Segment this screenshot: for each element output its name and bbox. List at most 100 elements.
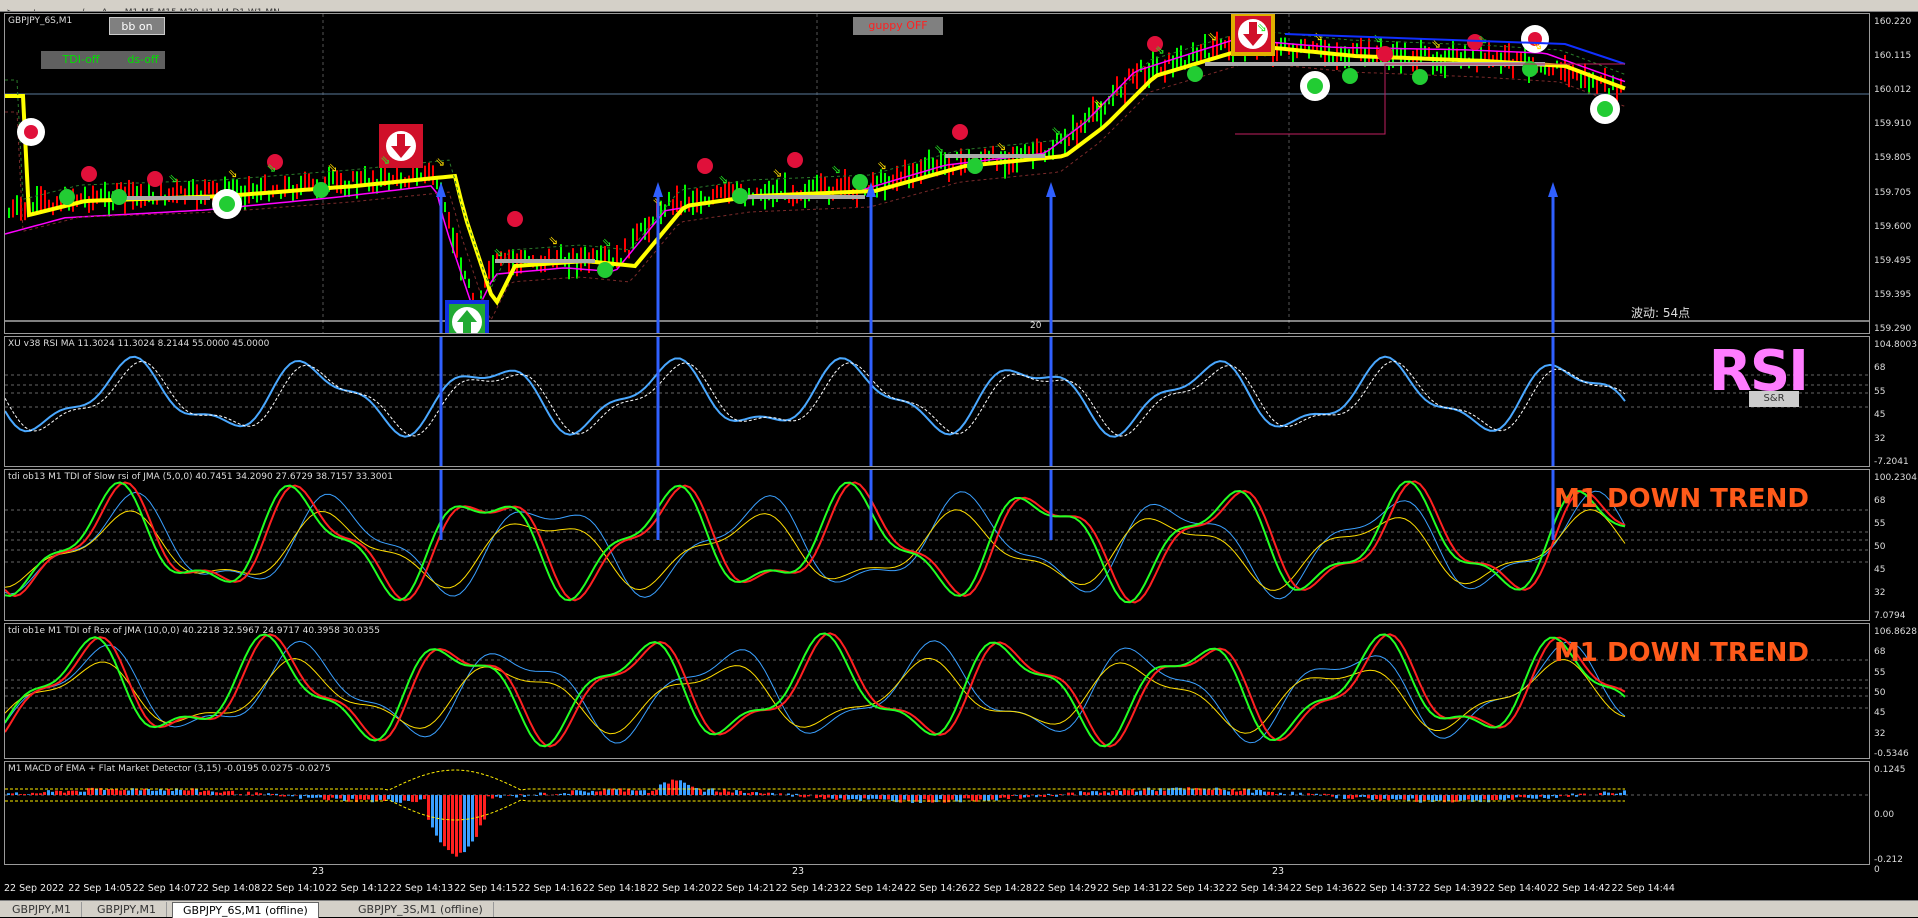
macd-bar	[1003, 795, 1006, 797]
macd-bar	[1243, 789, 1246, 795]
macd-bar	[207, 791, 210, 795]
macd-bar	[1475, 795, 1478, 801]
macd-bar	[115, 789, 118, 795]
macd-bar	[951, 795, 954, 800]
macd-bar	[255, 792, 258, 795]
text-tool-icon[interactable]: A	[102, 8, 108, 12]
macd-bar	[335, 795, 338, 799]
sell-dot	[952, 124, 968, 140]
chart-tab[interactable]: GBPJPY,M1	[2, 902, 82, 917]
macd-bar	[579, 791, 582, 795]
axis-label: 104.8003	[1874, 340, 1917, 350]
macd-bar	[1619, 793, 1622, 795]
buy-dot	[732, 188, 748, 204]
chevron-icon: ⇘	[1478, 32, 1488, 46]
macd-bar	[835, 795, 838, 800]
macd-bar	[543, 793, 546, 795]
macd-bar	[1127, 790, 1130, 795]
sr-button[interactable]: S&R	[1749, 391, 1799, 407]
macd-bar	[659, 784, 662, 795]
macd-bar	[1315, 794, 1318, 795]
period-marker: 23	[312, 866, 324, 877]
macd-bar	[1491, 795, 1494, 800]
macd-bar	[1379, 795, 1382, 801]
macd-bar	[323, 795, 326, 800]
chevron-icon: ⇘	[1155, 43, 1165, 57]
macd-bar	[707, 790, 710, 795]
macd-bar	[1519, 795, 1522, 797]
macd-bar	[1367, 795, 1370, 798]
macd-bar	[303, 795, 306, 796]
macd-bar	[459, 795, 462, 853]
axis-label: 50	[1874, 688, 1885, 698]
macd-bar	[1391, 795, 1394, 799]
rsi-pane[interactable]: XU v38 RSI MA 11.3024 11.3024 8.2144 55.…	[4, 336, 1870, 467]
tdi-toggle-button[interactable]: TDI-off	[41, 51, 121, 69]
macd-bar	[1163, 791, 1166, 795]
line-tool-icon[interactable]: —	[55, 8, 64, 12]
macd-bar	[751, 792, 754, 795]
chevron-icon: ⇘	[1313, 30, 1323, 44]
macd-bar	[767, 793, 770, 795]
chart-tab[interactable]: GBPJPY,M1	[87, 902, 167, 917]
axis-label: 0.1245	[1874, 765, 1906, 775]
axis-label: 7.0794	[1874, 611, 1906, 621]
macd-bar	[727, 792, 730, 795]
macd-bar	[1395, 795, 1398, 800]
macd-bar	[1535, 795, 1538, 799]
macd-bar	[1327, 794, 1330, 795]
macd-bar	[887, 795, 890, 799]
macd-bar	[1539, 795, 1542, 797]
tdi-rsx-pane[interactable]: tdi ob1e M1 TDI of Rsx of JMA (10,0,0) 4…	[4, 623, 1870, 759]
chevron-icon: ⇘	[1093, 97, 1103, 111]
macd-bar	[279, 795, 282, 796]
macd-bar	[339, 795, 342, 798]
macd-bar	[719, 792, 722, 795]
macd-bar	[431, 795, 434, 827]
macd-pane[interactable]: M1 MACD of EMA + Flat Market Detector (3…	[4, 761, 1870, 865]
time-label: 22 Sep 14:44	[1612, 883, 1675, 894]
chevron-icon: ⇘	[435, 155, 445, 169]
chevron-icon: ⇘	[228, 166, 238, 180]
ds-toggle-button[interactable]: ds-off	[121, 51, 165, 69]
macd-bar	[771, 793, 774, 795]
buy-signal-dot	[1307, 78, 1323, 94]
macd-bar	[527, 795, 530, 796]
macd-bar	[1203, 789, 1206, 795]
macd-bar	[1235, 792, 1238, 795]
macd-bar	[855, 795, 858, 799]
macd-bar	[1543, 795, 1546, 798]
tdi-slow-pane[interactable]: tdi ob13 M1 TDI of Slow rsi of JMA (5,0,…	[4, 469, 1870, 621]
macd-bar	[231, 791, 234, 795]
macd-bar	[755, 792, 758, 795]
time-label: 22 Sep 14:12	[326, 883, 389, 894]
chevron-icon: ⇘	[996, 140, 1006, 154]
macd-bar	[1207, 790, 1210, 795]
macd-bar	[687, 785, 690, 795]
macd-bar	[315, 795, 318, 798]
macd-bar	[287, 795, 290, 796]
bb-toggle-button[interactable]: bb on	[109, 17, 165, 35]
macd-bar	[1119, 791, 1122, 795]
macd-bar	[1407, 795, 1410, 801]
macd-bar	[215, 792, 218, 795]
rsi-plot	[5, 337, 1870, 467]
cursor-icon[interactable]: ➤	[6, 8, 14, 12]
macd-bar	[1399, 795, 1402, 799]
macd-bar	[851, 795, 854, 799]
macd-bar	[655, 790, 658, 795]
price-chart-pane[interactable]: GBPJPY_6S,M1 bb on TDI-off ds-off guppy …	[4, 13, 1870, 334]
chart-tab[interactable]: GBPJPY_3S,M1 (offline)	[348, 902, 494, 917]
crosshair-icon[interactable]: +	[31, 8, 39, 12]
timeframe-bar[interactable]: M1 M5 M15 M30 H1 H4 D1 W1 MN	[125, 8, 280, 12]
trendline-icon[interactable]: /	[81, 8, 84, 12]
macd-bar	[1551, 795, 1554, 796]
macd-bar	[271, 794, 274, 795]
guppy-toggle-button[interactable]: guppy OFF	[853, 17, 943, 35]
macd-bar	[623, 792, 626, 795]
chart-tabs: GBPJPY,M1GBPJPY,M1GBPJPY_6S,M1 (offline)…	[0, 900, 1918, 917]
macd-bar	[939, 795, 942, 799]
macd-bar	[1311, 794, 1314, 795]
macd-bar	[199, 792, 202, 795]
macd-bar	[523, 795, 526, 797]
